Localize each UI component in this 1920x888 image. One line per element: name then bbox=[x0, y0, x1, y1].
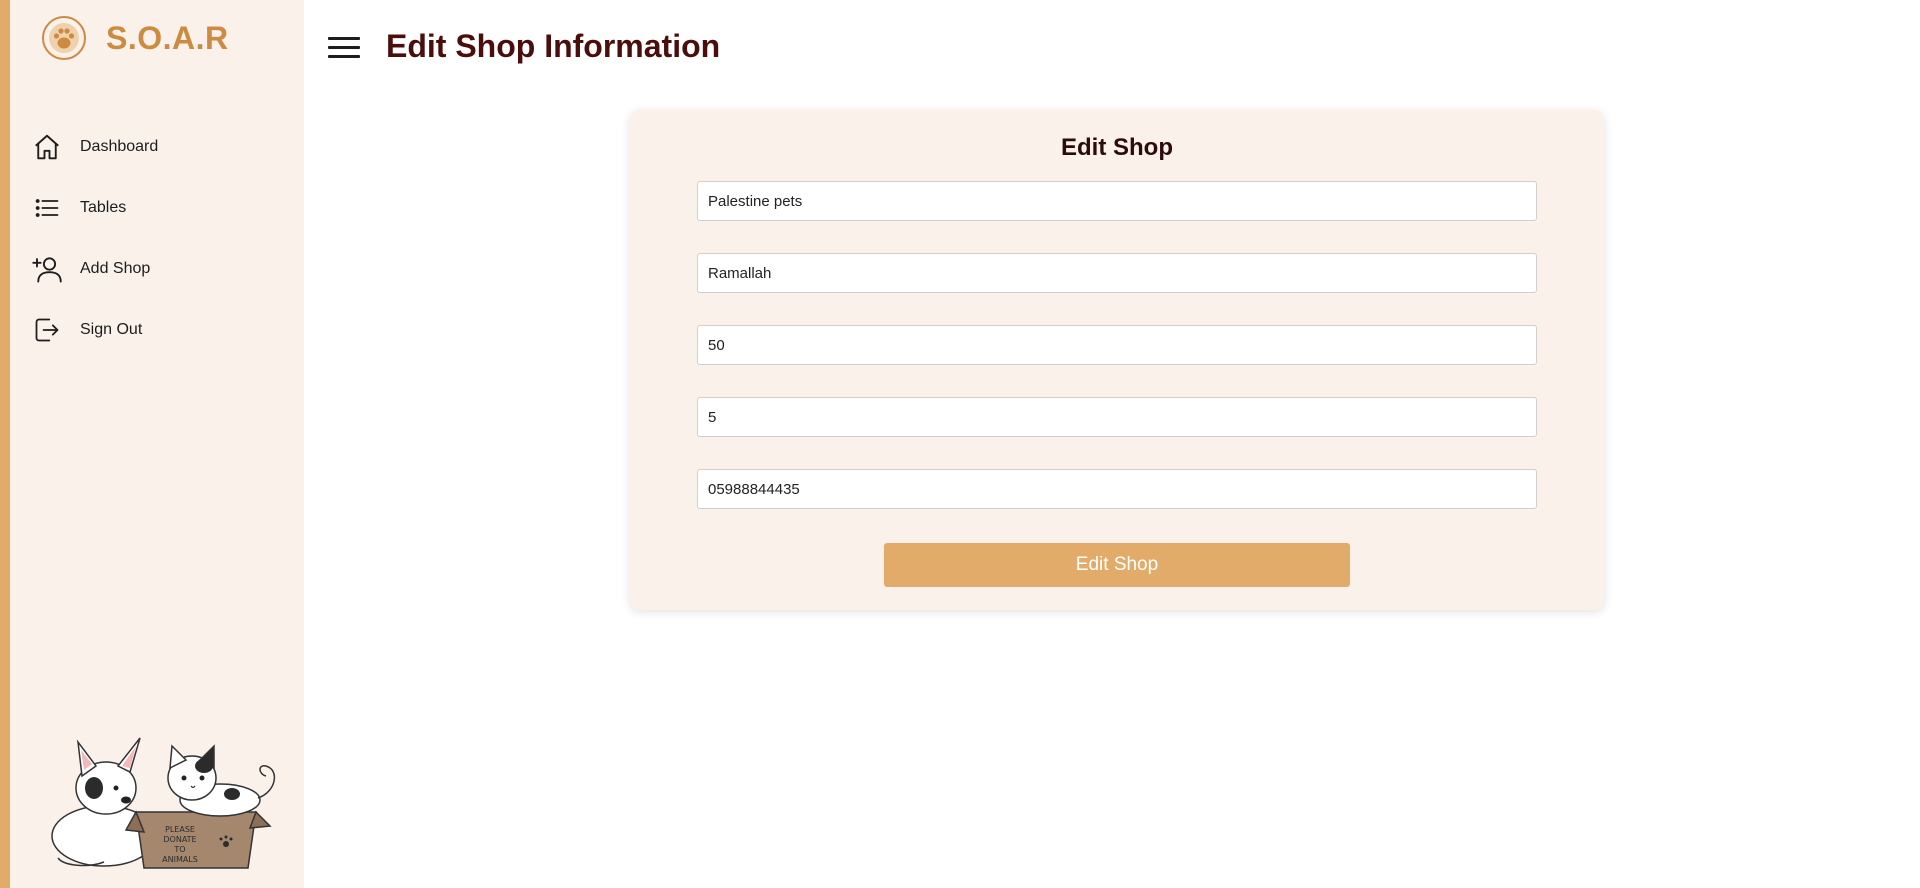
brand-name: S.O.A.R bbox=[106, 19, 229, 56]
page-title: Edit Shop Information bbox=[386, 28, 721, 64]
sidebar-item-label: Tables bbox=[80, 198, 127, 216]
sidebar-item-label: Dashboard bbox=[80, 137, 159, 155]
sidebar-nav: Dashboard Tables Add Shop Sign Out bbox=[30, 116, 158, 360]
sidebar-item-label: Sign Out bbox=[80, 320, 143, 338]
sidebar-item-dashboard[interactable]: Dashboard bbox=[30, 116, 158, 177]
sidebar: S.O.A.R Dashboard Tables Add Shop Sign O… bbox=[0, 0, 304, 888]
svg-text:ANIMALS: ANIMALS bbox=[162, 855, 198, 864]
home-icon bbox=[30, 130, 64, 164]
list-icon bbox=[30, 191, 64, 225]
sidebar-item-add-shop[interactable]: Add Shop bbox=[30, 238, 158, 299]
sign-out-icon bbox=[30, 313, 64, 347]
svg-text:PLEASE: PLEASE bbox=[165, 825, 195, 834]
sidebar-item-label: Add Shop bbox=[80, 259, 151, 277]
edit-shop-button[interactable]: Edit Shop bbox=[884, 543, 1350, 587]
brand[interactable]: S.O.A.R bbox=[40, 14, 229, 62]
form-title: Edit Shop bbox=[1061, 134, 1173, 161]
shop-phone-input[interactable] bbox=[697, 469, 1537, 509]
paw-logo-icon bbox=[42, 16, 86, 60]
sidebar-item-tables[interactable]: Tables bbox=[30, 177, 158, 238]
shop-location-input[interactable] bbox=[697, 253, 1537, 293]
svg-text:TO: TO bbox=[173, 845, 185, 854]
shop-field-3-input[interactable] bbox=[697, 325, 1537, 365]
hamburger-menu-icon[interactable] bbox=[328, 37, 360, 63]
edit-shop-form: Edit Shop Edit Shop bbox=[630, 110, 1604, 610]
pets-donation-illustration: PLEASE DONATE TO ANIMALS bbox=[51, 737, 276, 869]
add-user-icon bbox=[30, 252, 64, 286]
shop-name-input[interactable] bbox=[697, 181, 1537, 221]
sidebar-item-sign-out[interactable]: Sign Out bbox=[30, 299, 158, 360]
shop-field-4-input[interactable] bbox=[697, 397, 1537, 437]
svg-text:DONATE: DONATE bbox=[163, 835, 196, 844]
topbar: Edit Shop Information bbox=[304, 0, 1920, 100]
